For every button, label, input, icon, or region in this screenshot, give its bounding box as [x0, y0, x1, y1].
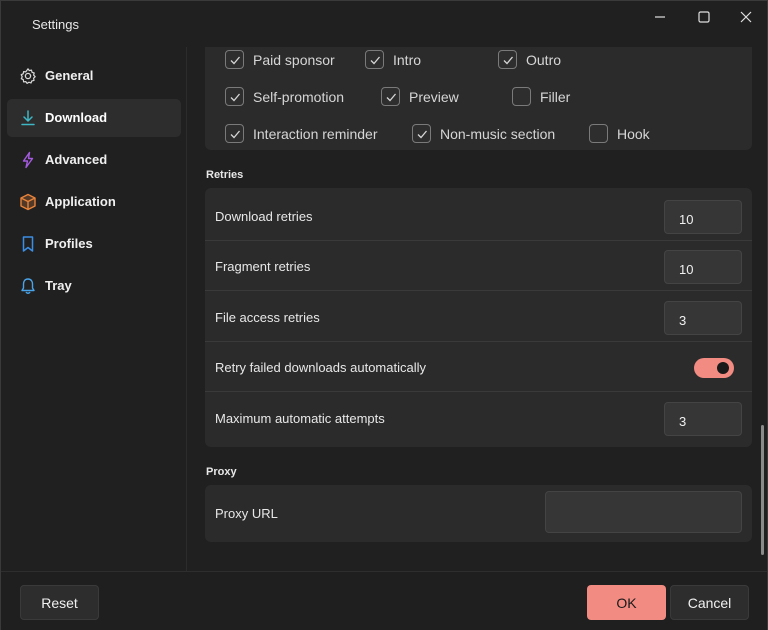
file-access-retries-label: File access retries [215, 310, 320, 325]
checkbox-box [225, 124, 244, 143]
sidebar-item-application[interactable]: Application [7, 183, 181, 221]
settings-content: Paid sponsor Intro Outro Self-promotion … [188, 47, 767, 571]
toggle-knob [717, 362, 729, 374]
settings-window: Settings General Download Advanced Appli… [0, 0, 768, 630]
checkbox-box [365, 50, 384, 69]
title-bar: Settings [1, 1, 767, 47]
checkmark-icon [417, 130, 427, 138]
retries-card: Download retries 10 Fragment retries 10 … [205, 188, 752, 447]
close-icon [740, 11, 752, 23]
checkbox-label: Non-music section [440, 125, 556, 142]
retry-failed-row: Retry failed downloads automatically [205, 342, 752, 392]
maximize-icon [698, 11, 710, 23]
checkbox-label: Outro [526, 51, 562, 68]
checkbox-label: Paid sponsor [253, 51, 335, 68]
sidebar-item-label: General [45, 68, 94, 83]
retry-failed-label: Retry failed downloads automatically [215, 360, 426, 375]
maximize-button[interactable] [681, 1, 727, 33]
scrollbar-thumb[interactable] [761, 425, 764, 555]
bookmark-icon [22, 236, 34, 252]
download-retries-row: Download retries 10 [205, 191, 752, 241]
checkbox-intro[interactable]: Intro [365, 50, 421, 69]
checkbox-label: Interaction reminder [253, 125, 378, 142]
checkbox-hook[interactable]: Hook [589, 124, 650, 143]
checkmark-icon [230, 56, 240, 64]
box-icon [20, 193, 36, 211]
download-retries-input[interactable]: 10 [664, 200, 742, 234]
checkbox-box [381, 87, 400, 106]
bell-icon [21, 278, 35, 294]
checkbox-preview[interactable]: Preview [381, 87, 459, 106]
retry-failed-toggle[interactable] [694, 358, 734, 378]
checkbox-label: Preview [409, 88, 459, 105]
minimize-icon [655, 16, 665, 18]
sponsorblock-card: Paid sponsor Intro Outro Self-promotion … [205, 47, 752, 150]
proxy-url-row: Proxy URL [205, 485, 752, 542]
checkbox-self-promotion[interactable]: Self-promotion [225, 87, 344, 106]
gear-icon [20, 68, 36, 84]
cancel-button[interactable]: Cancel [670, 585, 749, 620]
dialog-footer: Reset OK Cancel [1, 571, 767, 630]
close-button[interactable] [723, 1, 768, 33]
sidebar-item-general[interactable]: General [7, 57, 181, 95]
max-attempts-input[interactable]: 3 [664, 402, 742, 436]
proxy-section-title: Proxy [206, 466, 237, 478]
proxy-url-input[interactable] [545, 491, 742, 533]
checkbox-box [412, 124, 431, 143]
proxy-url-label: Proxy URL [215, 506, 278, 521]
checkbox-non-music-section[interactable]: Non-music section [412, 124, 555, 143]
checkbox-box [512, 87, 531, 106]
sidebar-item-label: Application [45, 194, 116, 209]
file-access-retries-input[interactable]: 3 [664, 301, 742, 335]
sidebar-item-advanced[interactable]: Advanced [7, 141, 181, 179]
sidebar-item-label: Tray [45, 278, 72, 293]
checkmark-icon [503, 56, 513, 64]
checkbox-label: Filler [540, 88, 571, 105]
checkbox-paid-sponsor[interactable]: Paid sponsor [225, 50, 335, 69]
checkbox-label: Self-promotion [253, 88, 345, 105]
window-title: Settings [32, 17, 79, 32]
checkmark-icon [230, 130, 240, 138]
checkbox-label: Intro [393, 51, 422, 68]
fragment-retries-label: Fragment retries [215, 259, 311, 274]
file-access-retries-row: File access retries 3 [205, 292, 752, 342]
checkbox-interaction-reminder[interactable]: Interaction reminder [225, 124, 378, 143]
checkbox-filler[interactable]: Filler [512, 87, 570, 106]
sidebar-item-download[interactable]: Download [7, 99, 181, 137]
max-attempts-row: Maximum automatic attempts 3 [205, 393, 752, 443]
reset-button[interactable]: Reset [20, 585, 99, 620]
max-attempts-label: Maximum automatic attempts [215, 411, 385, 426]
ok-button[interactable]: OK [587, 585, 666, 620]
sidebar-item-label: Profiles [45, 236, 93, 251]
sidebar-item-label: Advanced [45, 152, 108, 167]
checkbox-box [225, 50, 244, 69]
sidebar-item-tray[interactable]: Tray [7, 267, 181, 305]
minimize-button[interactable] [637, 1, 683, 33]
sidebar: General Download Advanced Application Pr… [1, 47, 187, 571]
fragment-retries-input[interactable]: 10 [664, 250, 742, 284]
proxy-card: Proxy URL [205, 485, 752, 542]
sidebar-item-profiles[interactable]: Profiles [7, 225, 181, 263]
checkbox-outro[interactable]: Outro [498, 50, 561, 69]
checkbox-box [498, 50, 517, 69]
checkbox-box [589, 124, 608, 143]
checkmark-icon [370, 56, 380, 64]
checkmark-icon [386, 93, 396, 101]
checkbox-box [225, 87, 244, 106]
retries-section-title: Retries [206, 169, 244, 181]
checkbox-label: Hook [617, 125, 650, 142]
fragment-retries-row: Fragment retries 10 [205, 241, 752, 291]
lightning-icon [22, 151, 34, 169]
download-icon [21, 110, 35, 126]
checkmark-icon [230, 93, 240, 101]
download-retries-label: Download retries [215, 209, 313, 224]
sidebar-item-label: Download [45, 110, 108, 125]
